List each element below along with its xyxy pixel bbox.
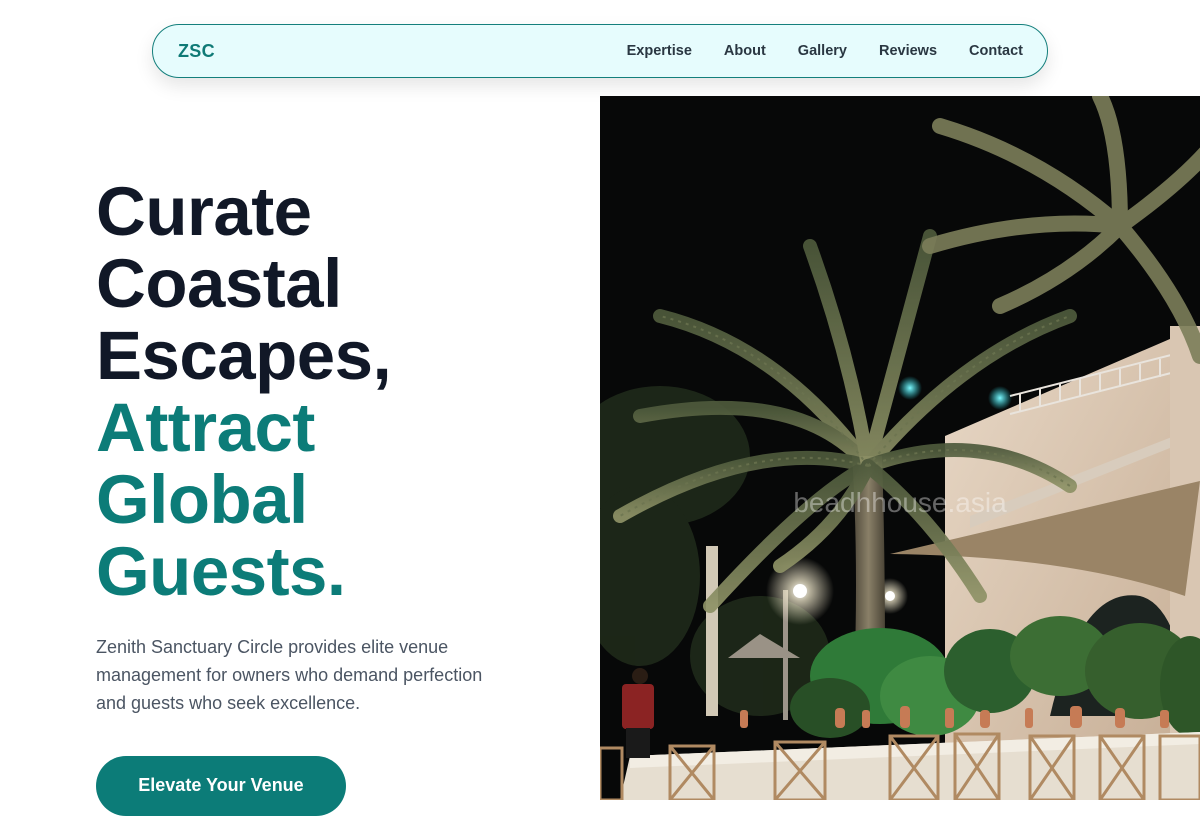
headline-line-5: Global	[96, 461, 308, 538]
nav-link-reviews[interactable]: Reviews	[879, 43, 937, 59]
top-navbar: ZSC Expertise About Gallery Reviews Cont…	[152, 24, 1048, 78]
headline-line-6: Guests.	[96, 533, 346, 610]
hero-headline: Curate Coastal Escapes, Attract Global G…	[96, 176, 576, 608]
brand-logo[interactable]: ZSC	[178, 41, 215, 62]
elevate-venue-button[interactable]: Elevate Your Venue	[96, 756, 346, 816]
nav-link-expertise[interactable]: Expertise	[627, 43, 692, 59]
hero-description: Zenith Sanctuary Circle provides elite v…	[96, 637, 483, 713]
nav-link-about[interactable]: About	[724, 43, 766, 59]
headline-line-3: Escapes,	[96, 317, 392, 394]
hero-image: beadhhouse.asia	[600, 96, 1200, 800]
hero-text: Curate Coastal Escapes, Attract Global G…	[96, 176, 576, 717]
headline-line-1: Curate	[96, 173, 312, 250]
nav-links: Expertise About Gallery Reviews Contact	[627, 43, 1023, 59]
image-watermark: beadhhouse.asia	[793, 487, 1007, 518]
nav-link-contact[interactable]: Contact	[969, 43, 1023, 59]
nav-link-gallery[interactable]: Gallery	[798, 43, 847, 59]
headline-line-4: Attract	[96, 389, 315, 466]
headline-line-2: Coastal	[96, 245, 342, 322]
